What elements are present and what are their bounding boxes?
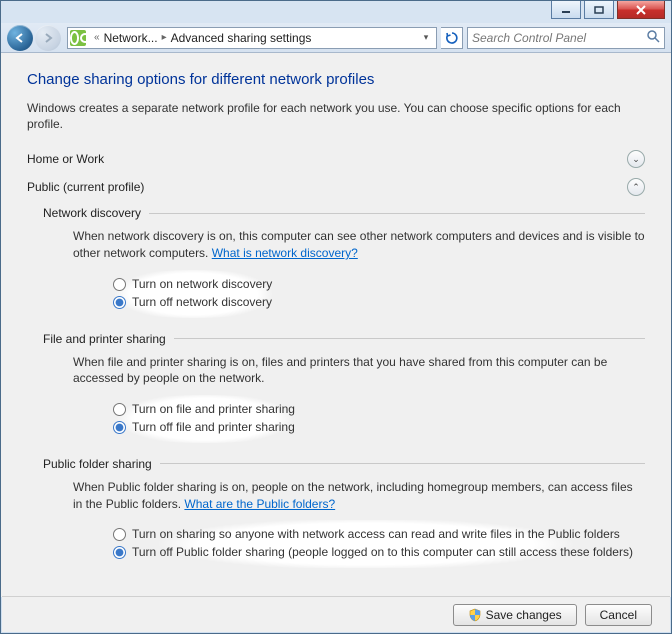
page-intro: Windows creates a separate network profi… xyxy=(27,100,645,132)
save-label: Save changes xyxy=(486,608,562,622)
titlebar xyxy=(1,1,671,23)
nav-bar: « Network... ▸ Advanced sharing settings… xyxy=(1,23,671,53)
nav-back-button[interactable] xyxy=(7,25,33,51)
section-desc: When Public folder sharing is on, people… xyxy=(73,480,633,511)
chevron-down-icon[interactable]: ⌄ xyxy=(627,150,645,168)
profile-home-header[interactable]: Home or Work ⌄ xyxy=(27,150,645,168)
cancel-button[interactable]: Cancel xyxy=(585,604,652,626)
nav-forward-button[interactable] xyxy=(35,25,61,51)
section-network-discovery-body: When network discovery is on, this compu… xyxy=(73,228,645,317)
control-panel-window: « Network... ▸ Advanced sharing settings… xyxy=(0,0,672,634)
search-placeholder: Search Control Panel xyxy=(472,31,586,45)
maximize-button[interactable] xyxy=(584,1,614,19)
content-pane: Change sharing options for different net… xyxy=(1,53,671,597)
radio-pfs-off[interactable]: Turn off Public folder sharing (people l… xyxy=(113,544,635,561)
section-network-discovery-header: Network discovery xyxy=(43,206,645,220)
minimize-button[interactable] xyxy=(551,1,581,19)
highlight-oval: Turn on sharing so anyone with network a… xyxy=(87,520,645,568)
section-title: Public folder sharing xyxy=(43,457,152,471)
search-icon xyxy=(646,29,660,46)
refresh-button[interactable] xyxy=(441,27,463,49)
profile-home-label: Home or Work xyxy=(27,152,104,166)
radio-fps-off[interactable]: Turn off file and printer sharing xyxy=(113,419,295,436)
profile-public-header[interactable]: Public (current profile) ⌃ xyxy=(27,178,645,196)
network-icon xyxy=(70,30,86,46)
section-fps-body: When file and printer sharing is on, fil… xyxy=(73,354,645,443)
breadcrumb-seg-1[interactable]: Network... xyxy=(104,31,158,45)
section-desc: When network discovery is on, this compu… xyxy=(73,229,645,260)
breadcrumb[interactable]: « Network... ▸ Advanced sharing settings… xyxy=(67,27,437,49)
section-title: File and printer sharing xyxy=(43,332,166,346)
cancel-label: Cancel xyxy=(600,608,637,622)
breadcrumb-separator: « xyxy=(90,32,104,43)
breadcrumb-seg-2[interactable]: Advanced sharing settings xyxy=(171,31,312,45)
chevron-right-icon: ▸ xyxy=(158,32,171,43)
chevron-down-icon[interactable]: ▾ xyxy=(418,32,434,43)
page-title: Change sharing options for different net… xyxy=(27,71,645,88)
chevron-up-icon[interactable]: ⌃ xyxy=(627,178,645,196)
help-link-network-discovery[interactable]: What is network discovery? xyxy=(212,246,358,260)
close-button[interactable] xyxy=(617,1,665,19)
search-input[interactable]: Search Control Panel xyxy=(467,27,665,49)
footer-bar: Save changes Cancel xyxy=(2,596,670,632)
section-fps-header: File and printer sharing xyxy=(43,332,645,346)
section-desc: When file and printer sharing is on, fil… xyxy=(73,354,645,388)
radio-discovery-on[interactable]: Turn on network discovery xyxy=(113,276,272,293)
save-changes-button[interactable]: Save changes xyxy=(453,604,577,626)
radio-discovery-off[interactable]: Turn off network discovery xyxy=(113,294,272,311)
section-title: Network discovery xyxy=(43,206,141,220)
radio-fps-on[interactable]: Turn on file and printer sharing xyxy=(113,401,295,418)
highlight-oval: Turn on file and printer sharing Turn of… xyxy=(87,395,323,443)
radio-pfs-on[interactable]: Turn on sharing so anyone with network a… xyxy=(113,526,635,543)
highlight-oval: Turn on network discovery Turn off netwo… xyxy=(87,270,300,318)
shield-icon xyxy=(468,608,482,622)
section-pfs-body: When Public folder sharing is on, people… xyxy=(73,479,645,568)
help-link-public-folders[interactable]: What are the Public folders? xyxy=(184,497,335,511)
section-pfs-header: Public folder sharing xyxy=(43,457,645,471)
profile-public-label: Public (current profile) xyxy=(27,180,144,194)
